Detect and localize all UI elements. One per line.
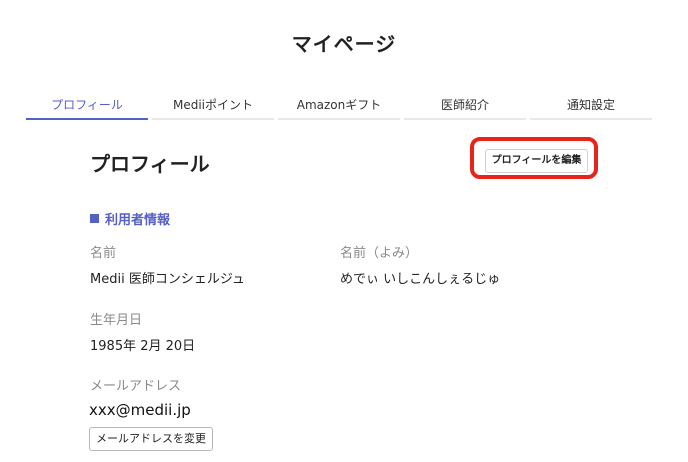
my-page: マイページ プロフィール Mediiポイント Amazonギフト 医師紹介 通知…: [0, 0, 688, 462]
tab-amazon-gift[interactable]: Amazonギフト: [278, 96, 400, 120]
kana-value: めでぃ いしこんしぇるじゅ: [340, 272, 501, 287]
birth-date-label: 生年月日: [90, 313, 143, 328]
tab-medii-points[interactable]: Mediiポイント: [152, 96, 274, 120]
email-label: メールアドレス: [90, 379, 182, 394]
tab-notification-settings[interactable]: 通知設定: [530, 96, 652, 120]
square-bullet-icon: [90, 214, 99, 223]
profile-heading: プロフィール: [90, 152, 210, 176]
edit-button-highlight: プロフィールを編集: [470, 137, 598, 179]
name-value: Medii 医師コンシェルジュ: [90, 272, 245, 287]
name-label: 名前: [90, 246, 117, 261]
tab-bar: プロフィール Mediiポイント Amazonギフト 医師紹介 通知設定: [26, 96, 652, 120]
user-info-heading: 利用者情報: [90, 209, 170, 228]
tab-profile[interactable]: プロフィール: [26, 96, 148, 120]
tab-doctor-referral[interactable]: 医師紹介: [404, 96, 526, 120]
edit-profile-button[interactable]: プロフィールを編集: [485, 149, 588, 173]
kana-label: 名前（よみ）: [340, 246, 419, 261]
email-value: xxx@medii.jp: [89, 401, 191, 419]
birth-date-value: 1985年 2月 20日: [90, 339, 196, 354]
user-info-heading-label: 利用者情報: [105, 213, 171, 228]
page-title: マイページ: [291, 32, 397, 56]
change-email-button[interactable]: メールアドレスを変更: [89, 427, 213, 451]
